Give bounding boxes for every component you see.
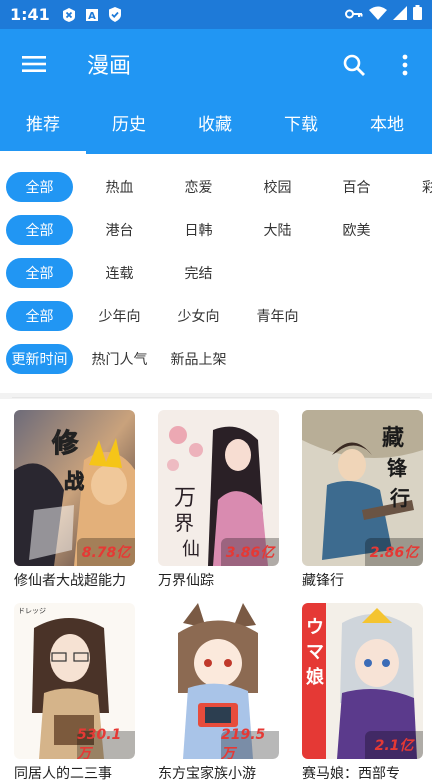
tab-downloads[interactable]: 下载	[258, 98, 344, 154]
comic-cover[interactable]: 修 战 8.78亿	[14, 410, 135, 566]
svg-text:锋: 锋	[387, 456, 408, 480]
view-count: 219.5万	[221, 727, 279, 759]
sort-pill-selected[interactable]: 更新时间	[6, 344, 73, 374]
comic-cover[interactable]: 219.5万	[158, 603, 279, 759]
view-count: 2.1亿	[365, 731, 423, 759]
filter-row-region: 全部 港台 日韩 大陆 欧美	[0, 212, 396, 248]
filter-option[interactable]: 大陆	[238, 220, 317, 240]
comic-cover[interactable]: 万 界 仙 3.86亿	[158, 410, 279, 566]
filter-option[interactable]: 彩	[396, 177, 432, 197]
comic-title: 修仙者大战超能力	[14, 573, 126, 589]
section-divider	[0, 393, 432, 399]
filter-option[interactable]: 日韩	[159, 220, 238, 240]
sort-option[interactable]: 新品上架	[159, 349, 238, 369]
comic-card[interactable]: 修 战 8.78亿 修仙者大战超能力	[14, 410, 135, 590]
shield-icon	[108, 7, 123, 22]
comic-title: 赛马娘：西部专	[302, 766, 400, 782]
svg-text:娘: 娘	[306, 666, 324, 688]
wifi-icon	[369, 5, 387, 24]
filter-option[interactable]: 百合	[317, 177, 396, 197]
filter-option[interactable]: 校园	[238, 177, 317, 197]
filter-option[interactable]: 热血	[80, 177, 159, 197]
svg-text:行: 行	[389, 486, 410, 510]
x-icon	[62, 7, 77, 22]
filter-option[interactable]: 青年向	[238, 306, 317, 326]
svg-text:万: 万	[174, 486, 196, 511]
filter-pill-selected[interactable]: 全部	[6, 301, 73, 331]
comic-card[interactable]: ドレッジ 530.1万 同居人的二三事	[14, 603, 135, 783]
status-bar: 1:41 A	[0, 0, 432, 29]
svg-text:A: A	[88, 11, 96, 22]
comic-card[interactable]: ウ マ 娘 2.1亿 赛马娘：西部专	[302, 603, 423, 783]
comic-cover[interactable]: ウ マ 娘 2.1亿	[302, 603, 423, 759]
comic-card[interactable]: 藏 锋 行 2.86亿 藏锋行	[302, 410, 423, 590]
page-title: 漫画	[87, 53, 132, 79]
svg-text:修: 修	[51, 428, 79, 459]
menu-icon[interactable]	[0, 29, 68, 98]
svg-text:仙: 仙	[182, 539, 200, 560]
svg-text:ドレッジ: ドレッジ	[18, 607, 46, 615]
svg-text:マ: マ	[306, 642, 324, 663]
tab-favorites[interactable]: 收藏	[172, 98, 258, 154]
comic-card[interactable]: 万 界 仙 3.86亿 万界仙踪	[158, 410, 279, 590]
filter-row-genre: 全部 热血 恋爱 校园 百合 彩	[0, 169, 432, 205]
view-count: 2.86亿	[365, 538, 423, 566]
view-count: 8.78亿	[77, 538, 135, 566]
filter-option[interactable]: 完结	[159, 263, 238, 283]
svg-text:界: 界	[174, 511, 194, 535]
comic-cover[interactable]: ドレッジ 530.1万	[14, 603, 135, 759]
svg-text:战: 战	[64, 469, 84, 493]
filter-option[interactable]: 欧美	[317, 220, 396, 240]
filter-option[interactable]: 少年向	[80, 306, 159, 326]
sort-option[interactable]: 热门人气	[80, 349, 159, 369]
filter-row-sort: 更新时间 热门人气 新品上架	[0, 341, 238, 377]
tab-bar: 推荐 历史 收藏 下载 本地	[0, 98, 432, 154]
svg-text:ウ: ウ	[306, 617, 324, 638]
a-icon: A	[85, 7, 100, 22]
comic-card[interactable]: 219.5万 东方宝家族小游	[158, 603, 279, 783]
filter-row-audience: 全部 少年向 少女向 青年向	[0, 298, 317, 334]
filter-option[interactable]: 恋爱	[159, 177, 238, 197]
divider-line	[12, 397, 420, 398]
filter-option[interactable]: 港台	[80, 220, 159, 240]
filter-pill-selected[interactable]: 全部	[6, 172, 73, 202]
tab-history[interactable]: 历史	[86, 98, 172, 154]
filter-option[interactable]: 连载	[80, 263, 159, 283]
filter-pill-selected[interactable]: 全部	[6, 215, 73, 245]
filter-panel: 全部 热血 恋爱 校园 百合 彩 全部 港台 日韩 大陆 欧美 全部 连载 完结…	[0, 154, 432, 394]
search-icon[interactable]	[336, 47, 372, 83]
filter-pill-selected[interactable]: 全部	[6, 258, 73, 288]
comic-title: 同居人的二三事	[14, 766, 112, 782]
filter-row-status: 全部 连载 完结	[0, 255, 238, 291]
filter-option[interactable]: 少女向	[159, 306, 238, 326]
comic-title: 万界仙踪	[158, 573, 214, 589]
battery-icon	[413, 5, 422, 24]
app-bar: 漫画	[0, 29, 432, 98]
comic-cover[interactable]: 藏 锋 行 2.86亿	[302, 410, 423, 566]
status-time: 1:41	[10, 5, 50, 24]
svg-text:藏: 藏	[382, 425, 404, 451]
comic-title: 藏锋行	[302, 573, 344, 589]
tab-recommend[interactable]: 推荐	[0, 98, 86, 154]
comic-title: 东方宝家族小游	[158, 766, 256, 782]
key-icon	[345, 5, 363, 24]
signal-icon	[393, 5, 407, 24]
tab-local[interactable]: 本地	[344, 98, 430, 154]
view-count: 3.86亿	[221, 538, 279, 566]
more-vert-icon[interactable]	[390, 47, 420, 83]
view-count: 530.1万	[77, 727, 135, 759]
